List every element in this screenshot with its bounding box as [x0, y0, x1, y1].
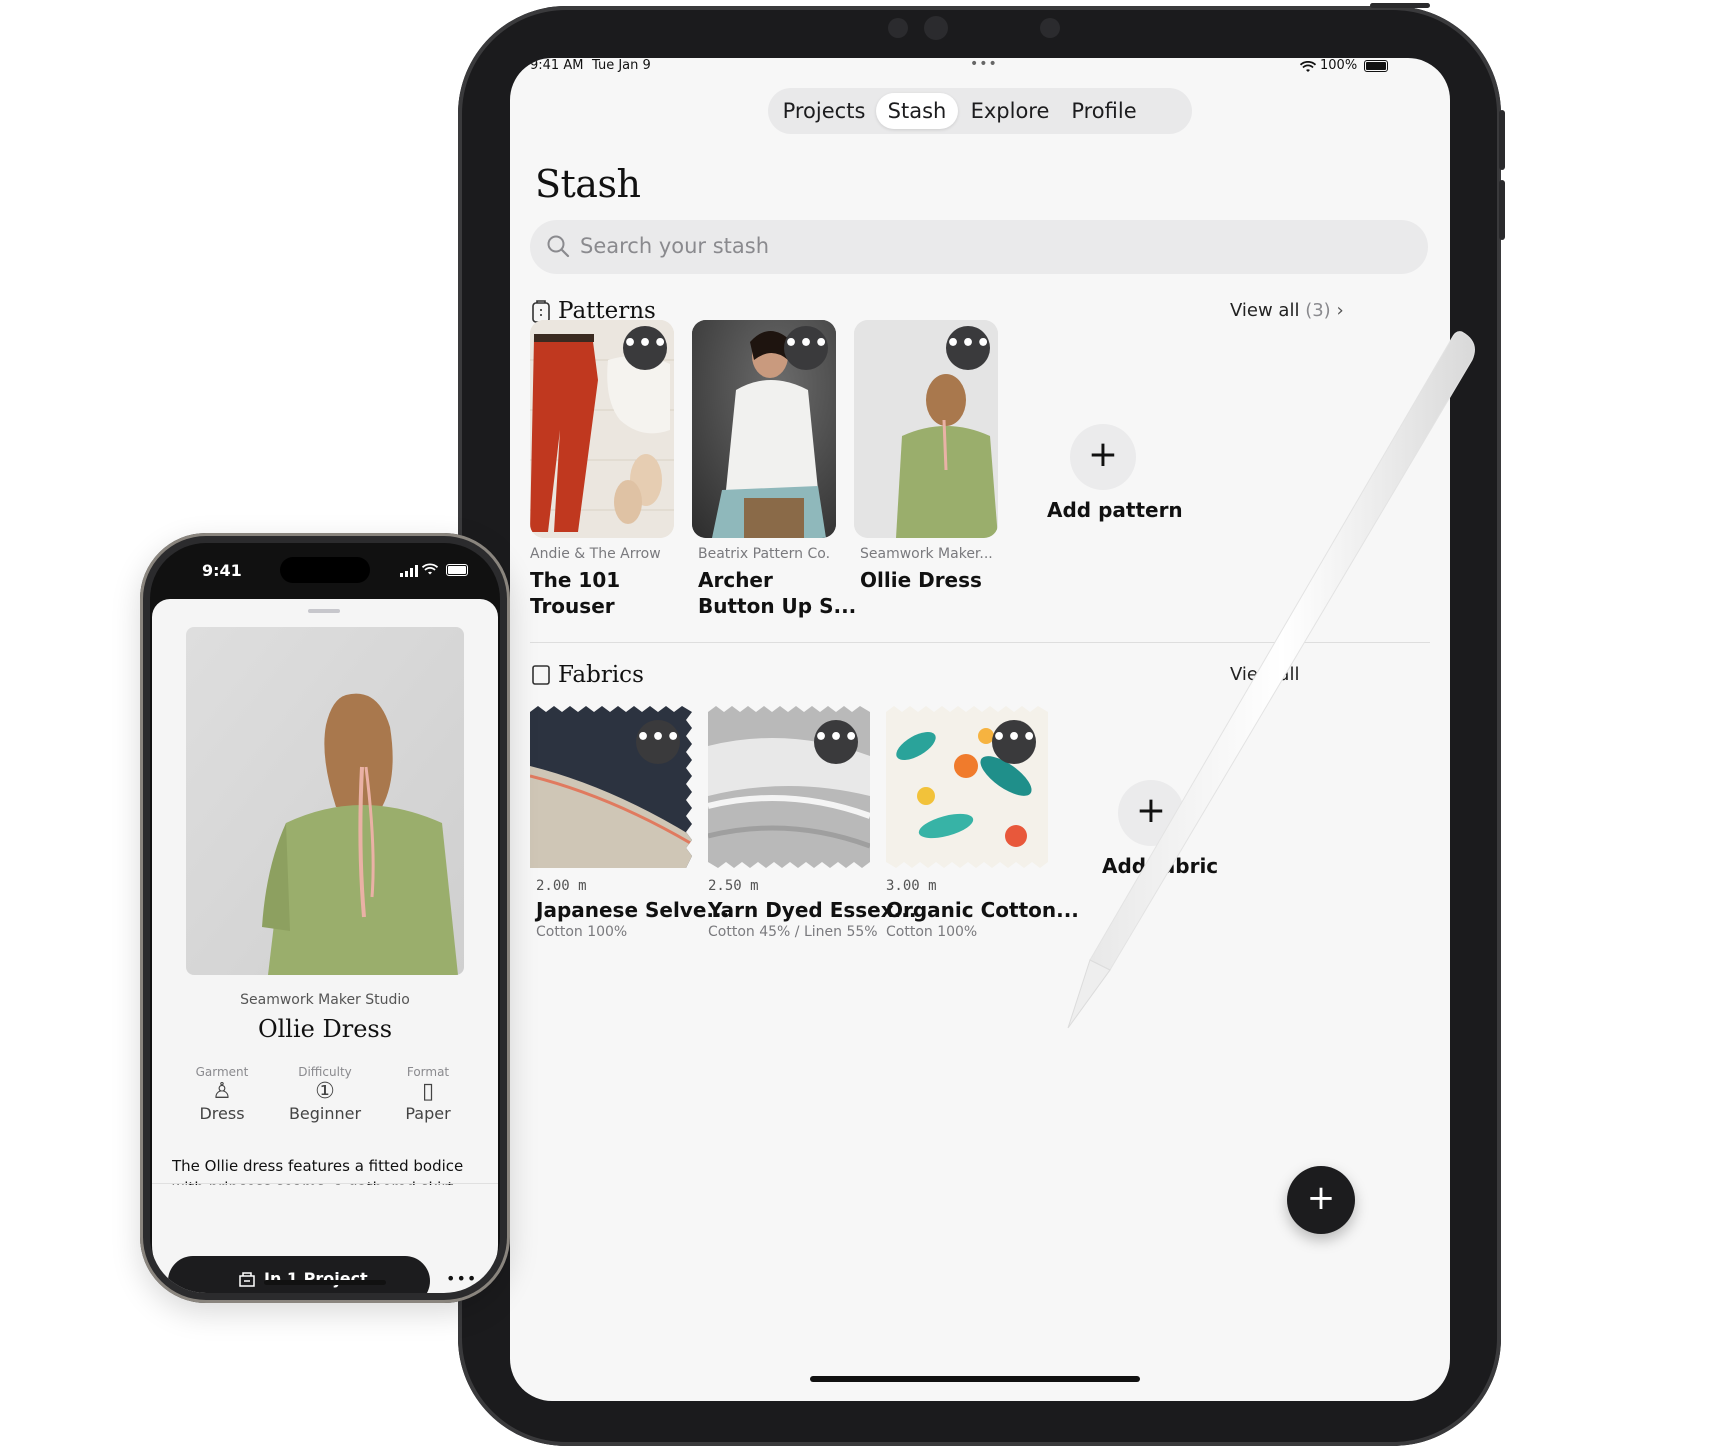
pattern-card[interactable]: ••• — [854, 320, 998, 538]
tab-bar: Projects Stash Explore Profile — [768, 88, 1192, 134]
dress-icon: ♙ — [212, 1079, 232, 1104]
more-options-icon[interactable]: ••• — [636, 720, 680, 764]
meta-value: Dress — [199, 1104, 245, 1123]
multitasking-dots-icon[interactable]: ••• — [970, 58, 998, 72]
pattern-photo-ollie — [186, 627, 464, 975]
meta-format: Format ▯ Paper — [378, 1065, 478, 1123]
more-options-icon[interactable]: ••• — [946, 326, 990, 370]
floating-add-button[interactable]: + — [1287, 1166, 1355, 1234]
home-indicator — [264, 1280, 386, 1285]
fabric-icon — [532, 665, 550, 685]
status-date: Tue Jan 9 — [592, 58, 651, 73]
fabrics-heading: Fabrics — [558, 662, 644, 688]
tab-stash[interactable]: Stash — [876, 93, 958, 129]
sheet-grabber[interactable] — [308, 609, 340, 613]
pattern-designer: Seamwork Maker Studio — [240, 992, 410, 1008]
pattern-designer: Beatrix Pattern Co. — [698, 546, 831, 562]
patterns-view-all-link[interactable]: View all (3) › — [1230, 300, 1344, 321]
patterns-count: (3) — [1305, 300, 1331, 321]
in-project-label: In 1 Project — [264, 1269, 368, 1288]
battery-icon — [1364, 60, 1388, 72]
home-indicator — [810, 1376, 1140, 1382]
tab-projects[interactable]: Projects — [776, 93, 872, 129]
pattern-name-line2: Trouser — [530, 594, 615, 618]
battery-icon — [446, 564, 468, 576]
more-options-icon[interactable]: ••• — [446, 1269, 477, 1288]
search-icon — [547, 235, 570, 258]
pattern-name: Ollie Dress — [860, 568, 982, 592]
pattern-card[interactable]: ••• — [530, 320, 674, 538]
apple-pencil — [1067, 331, 1475, 1029]
fabric-length: 3.00 m — [886, 878, 937, 894]
fabric-card[interactable]: ••• — [530, 706, 692, 868]
wifi-icon — [1300, 61, 1316, 72]
in-project-button[interactable]: In 1 Project — [168, 1256, 430, 1293]
sewing-machine-icon — [239, 1272, 255, 1287]
paper-icon: ▯ — [421, 1079, 435, 1104]
meta-difficulty: Difficulty ① Beginner — [275, 1065, 375, 1123]
pattern-designer: Andie & The Arrow — [530, 546, 661, 562]
iphone-status-time: 9:41 — [202, 561, 242, 580]
signal-icon — [400, 565, 418, 577]
pattern-cover-image — [186, 627, 464, 975]
fabric-length: 2.00 m — [536, 878, 587, 894]
meta-label: Garment — [195, 1065, 249, 1079]
pattern-name-line2: Button Up S... — [698, 594, 857, 618]
search-input[interactable]: Search your stash — [530, 220, 1428, 274]
ipad-sensor — [888, 18, 908, 38]
more-options-icon[interactable]: ••• — [992, 720, 1036, 764]
fabric-card[interactable]: ••• — [708, 706, 870, 868]
tab-explore[interactable]: Explore — [964, 93, 1056, 129]
status-time: 9:41 AM — [530, 58, 584, 73]
pattern-name: The 101 — [530, 568, 621, 592]
fabric-length: 2.50 m — [708, 878, 759, 894]
ipad-top-button — [1370, 3, 1430, 8]
page-title: Stash — [535, 162, 641, 206]
more-options-icon[interactable]: ••• — [814, 720, 858, 764]
iphone-screen: 9:41 Seamwork Maker Studio Ollie Dress G… — [150, 543, 500, 1293]
meta-value: Paper — [405, 1104, 451, 1123]
dynamic-island — [280, 557, 370, 583]
meta-garment: Garment ♙ Dress — [172, 1065, 272, 1123]
footer-divider — [152, 1183, 498, 1184]
pattern-detail-sheet: Seamwork Maker Studio Ollie Dress Garmen… — [152, 599, 498, 1293]
meta-label: Difficulty — [298, 1065, 352, 1079]
more-options-icon[interactable]: ••• — [784, 326, 828, 370]
pattern-designer: Seamwork Maker... — [860, 546, 993, 562]
wifi-icon — [422, 563, 438, 575]
search-placeholder: Search your stash — [580, 234, 770, 258]
meta-value: Beginner — [288, 1104, 362, 1123]
fabric-name: Japanese Selve... — [536, 898, 730, 922]
tab-profile[interactable]: Profile — [1062, 93, 1146, 129]
pattern-card[interactable]: ••• — [692, 320, 836, 538]
pattern-description: The Ollie dress features a fitted bodice… — [172, 1157, 464, 1185]
pattern-name: Archer — [698, 568, 773, 592]
fabric-composition: Cotton 100% — [536, 924, 628, 940]
fabric-name: Organic Cotton... — [886, 898, 1079, 922]
battery-percent: 100% — [1320, 58, 1358, 73]
view-all-label: View all — [1230, 300, 1300, 321]
ipad-camera — [924, 16, 948, 40]
fabric-card[interactable]: ••• — [886, 706, 1048, 868]
more-options-icon[interactable]: ••• — [623, 326, 667, 370]
chevron-right-icon: › — [1336, 300, 1344, 321]
ipad-sensor — [1040, 18, 1060, 38]
difficulty-badge-icon: ① — [315, 1079, 335, 1104]
ipad-volume-button — [1499, 110, 1505, 170]
ipad-volume-button — [1499, 180, 1505, 240]
pattern-title: Ollie Dress — [257, 1015, 393, 1043]
meta-label: Format — [406, 1065, 450, 1079]
fabric-composition: Cotton 100% — [886, 924, 978, 940]
fabric-composition: Cotton 45% / Linen 55% — [708, 924, 878, 940]
